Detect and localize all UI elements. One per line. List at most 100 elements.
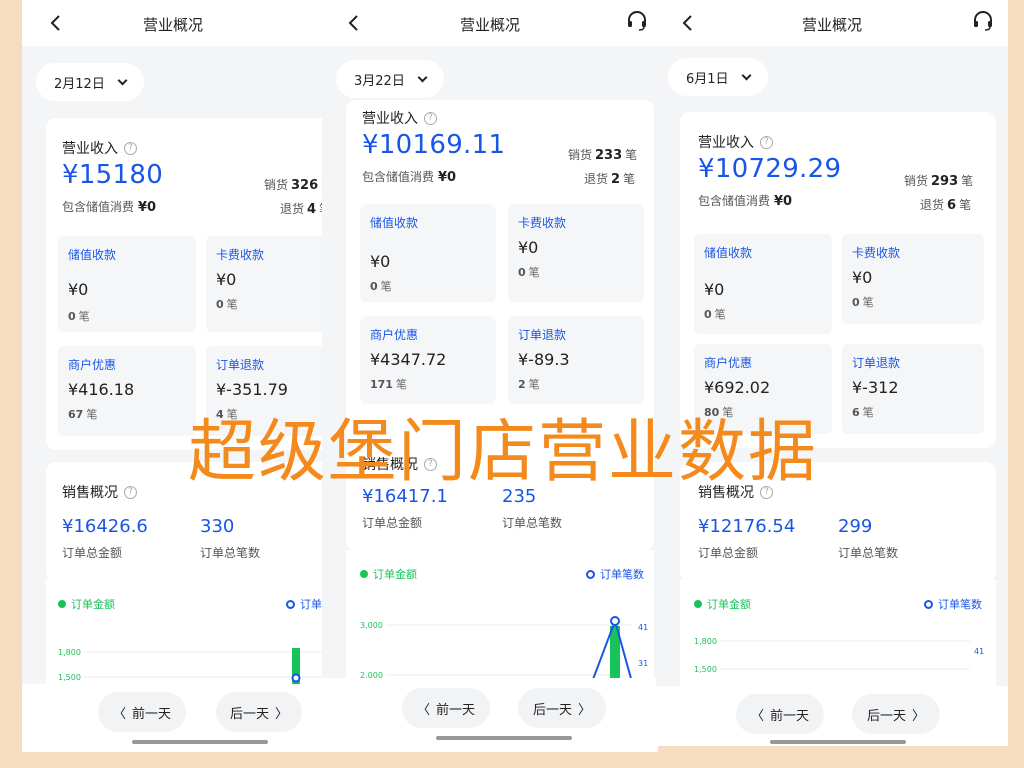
tile-label: 订单退款 [852, 356, 901, 370]
tile-amount: ¥0 [518, 238, 539, 257]
chevron-right-icon: 〉 [275, 706, 289, 722]
page-title: 营业概况 [459, 16, 520, 34]
order-total-count-label: 订单总笔数 [502, 516, 563, 530]
phone-screen-mar22: 营业概况 3月22日 营业收入? ¥10169.11 包含储值消费 ¥0 销货 23… [322, 0, 658, 752]
tile-count: 171 笔 [370, 378, 407, 391]
tile-stored-value-receipt[interactable]: 储值收款 ¥0 0笔 [694, 234, 832, 334]
tile-amount: ¥692.02 [704, 378, 771, 397]
bottom-nav: 〈前一天 后一天〉 [656, 686, 1008, 746]
revenue-amount: ¥15180 [62, 160, 164, 190]
y-tick-label: 1,800 [694, 637, 717, 646]
customer-service-headset-icon[interactable] [626, 10, 648, 32]
chevron-down-icon [741, 70, 751, 80]
date-value: 3月22日 [354, 73, 405, 89]
tile-card-fee-receipt[interactable]: 卡费收款 ¥0 0笔 [508, 204, 644, 302]
y-tick-label: 1,500 [694, 665, 717, 674]
bottom-nav: 〈前一天 后一天〉 [22, 684, 324, 752]
date-picker[interactable]: 2月12日 [36, 63, 144, 101]
chevron-left-icon: 〈 [416, 702, 430, 718]
y-tick-label: 3,000 [360, 621, 383, 630]
help-icon[interactable]: ? [424, 111, 437, 125]
tile-label: 商户优惠 [370, 328, 419, 342]
tile-order-refund[interactable]: 订单退款 ¥-89.3 2笔 [508, 316, 644, 404]
order-total-amount-label: 订单总金额 [698, 546, 759, 560]
tile-label: 储值收款 [704, 246, 753, 260]
chart-point [610, 616, 620, 626]
revenue-amount: ¥10729.29 [698, 154, 842, 184]
phone-screen-jun1: 营业概况 6月1日 营业收入? ¥10729.29 包含储值消费 ¥0 销货 293… [656, 0, 1008, 746]
chevron-down-icon [117, 75, 128, 85]
order-total-amount: ¥12176.54 [698, 516, 796, 537]
revenue-card: 营业收入? ¥10169.11 包含储值消费 ¥0 销货 233 笔 退货 2 笔 储值收… [346, 100, 654, 446]
next-day-button[interactable]: 后一天〉 [518, 688, 606, 728]
prev-day-button[interactable]: 〈前一天 [736, 694, 824, 734]
date-value: 6月1日 [686, 71, 729, 87]
tile-amount: ¥0 [68, 280, 89, 299]
tile-count: 2笔 [518, 378, 540, 391]
return-count: 退货4笔 [280, 202, 324, 217]
y2-tick-label: 31 [638, 659, 648, 668]
order-total-amount: ¥16426.6 [62, 516, 148, 537]
tile-count: 0笔 [852, 296, 874, 309]
revenue-title: 营业收入? [698, 132, 773, 152]
tile-merchant-discount[interactable]: 商户优惠 ¥4347.72 171 笔 [360, 316, 496, 404]
tile-card-fee-receipt[interactable]: 卡费收款 ¥0 0笔 [842, 234, 984, 324]
chevron-right-icon: 〉 [578, 702, 592, 718]
tile-label: 卡费收款 [216, 248, 265, 262]
tile-label: 卡费收款 [852, 246, 901, 260]
top-bar: 营业概况 [656, 0, 1008, 46]
order-total-amount-label: 订单总金额 [62, 546, 123, 560]
tile-count: 67 笔 [68, 408, 98, 421]
sales-chart: 订单金额 订单笔数 1,800 1,500 41 [680, 580, 996, 690]
tile-amount: ¥0 [370, 252, 391, 271]
prev-day-button[interactable]: 〈前一天 [98, 692, 186, 732]
y2-tick-label: 41 [638, 623, 648, 632]
help-icon[interactable]: ? [124, 485, 137, 499]
order-total-count: 330 [200, 516, 235, 537]
stored-value-consumption: 包含储值消费 ¥0 [698, 194, 793, 209]
date-picker[interactable]: 3月22日 [336, 60, 444, 98]
y-tick-label: 1,500 [58, 673, 81, 682]
tile-count: 0笔 [370, 280, 392, 293]
chart-plot: 1,800 1,500 [58, 648, 324, 690]
tile-label: 订单退款 [518, 328, 567, 342]
tile-stored-value-receipt[interactable]: 储值收款 ¥0 0笔 [360, 204, 496, 302]
tile-merchant-discount[interactable]: 商户优惠 ¥416.18 67 笔 [58, 346, 196, 436]
order-total-amount-label: 订单总金额 [362, 516, 423, 530]
tile-label: 卡费收款 [518, 216, 567, 230]
page-title: 营业概况 [801, 16, 862, 34]
tile-label: 订单退款 [216, 358, 265, 372]
tile-amount: ¥0 [216, 270, 237, 289]
help-icon[interactable]: ? [124, 141, 137, 155]
order-total-count-label: 订单总笔数 [838, 546, 899, 560]
top-bar: 营业概况 [22, 0, 324, 46]
home-indicator [132, 740, 268, 744]
next-day-button[interactable]: 后一天〉 [216, 692, 302, 732]
chart-plot: 1,800 1,500 41 [694, 637, 984, 674]
tile-order-refund[interactable]: 订单退款 ¥-312 6笔 [842, 344, 984, 434]
tile-card-fee-receipt[interactable]: 卡费收款 ¥0 0笔 [206, 236, 324, 332]
tile-amount: ¥416.18 [68, 380, 135, 399]
tile-count: 0笔 [704, 308, 726, 321]
chevron-left-icon: 〈 [112, 706, 126, 722]
prev-day-button[interactable]: 〈前一天 [402, 688, 490, 728]
next-day-button[interactable]: 后一天〉 [852, 694, 940, 734]
date-value: 2月12日 [54, 76, 105, 92]
tile-count: 0笔 [68, 310, 90, 323]
help-icon[interactable]: ? [760, 135, 773, 149]
customer-service-headset-icon[interactable] [972, 10, 994, 32]
date-picker[interactable]: 6月1日 [668, 58, 768, 96]
overlay-title-text: 超级堡门店营业数据 [188, 413, 819, 492]
tile-stored-value-receipt[interactable]: 储值收款 ¥0 0笔 [58, 236, 196, 332]
stored-value-consumption: 包含储值消费 ¥0 [362, 170, 457, 185]
chart-point [291, 673, 301, 683]
tile-label: 商户优惠 [704, 356, 753, 370]
tile-count: 6笔 [852, 406, 874, 419]
y-tick-label: 1,800 [58, 648, 81, 657]
home-indicator [770, 740, 906, 744]
phone-screen-feb12: 营业概况 2月12日 营业收入? ¥15180 包含储值消费¥0 销货326笔 … [22, 0, 324, 752]
bottom-nav: 〈前一天 后一天〉 [322, 678, 658, 752]
tile-amount: ¥-312 [852, 378, 899, 397]
revenue-title: 营业收入? [362, 108, 437, 128]
sales-chart: 订单金额 订单笔数 1,800 1,500 [46, 580, 324, 690]
